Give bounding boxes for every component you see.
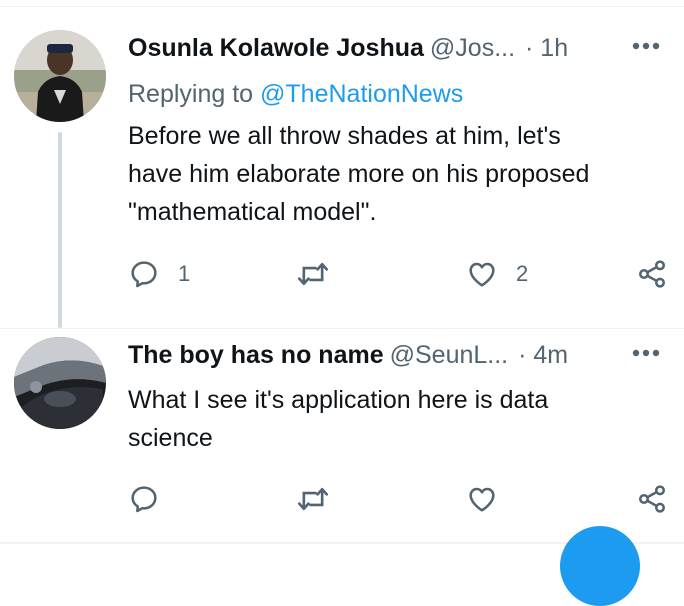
avatar[interactable]	[14, 30, 106, 122]
author-name[interactable]: Osunla Kolawole Joshua	[128, 32, 424, 64]
reply-count: 1	[178, 261, 191, 286]
more-dots-icon	[632, 42, 660, 50]
person-photo-avatar-icon	[14, 30, 106, 122]
share-icon	[639, 485, 665, 513]
retweet-button[interactable]	[296, 481, 348, 517]
share-button[interactable]	[636, 481, 668, 517]
retweet-button[interactable]	[296, 256, 348, 292]
replying-to: Replying to @TheNationNews	[128, 78, 463, 110]
avatar[interactable]	[14, 337, 106, 429]
mention-link[interactable]: @TheNationNews	[260, 80, 463, 108]
replying-prefix: Replying to	[128, 80, 261, 108]
more-dots-icon	[632, 349, 660, 357]
more-options-button[interactable]	[628, 30, 664, 62]
more-options-button[interactable]	[628, 337, 664, 369]
reply-button[interactable]: 1	[128, 256, 190, 292]
share-icon	[639, 260, 665, 288]
compose-tweet-button[interactable]	[560, 526, 640, 606]
car-interior-avatar-icon	[14, 337, 106, 429]
tweet-seun[interactable]: The boy has no name @SeunL... · 4m What …	[0, 329, 684, 542]
timestamp[interactable]: · 1h	[525, 32, 568, 64]
tweet-header: Osunla Kolawole Joshua @Jos... · 1h	[128, 32, 664, 64]
heart-icon	[469, 262, 495, 287]
share-button[interactable]	[636, 256, 668, 292]
reply-button[interactable]	[128, 481, 178, 517]
retweet-arrows-icon	[297, 487, 329, 511]
retweet-arrows-icon	[297, 262, 329, 286]
timestamp[interactable]: · 4m	[518, 339, 568, 371]
author-handle[interactable]: @SeunL...	[390, 339, 509, 371]
like-count: 2	[516, 261, 529, 286]
author-name[interactable]: The boy has no name	[128, 339, 384, 371]
like-button[interactable]: 2	[466, 256, 528, 292]
tweet-text: Before we all throw shades at him, let's…	[128, 122, 590, 226]
heart-icon	[469, 487, 495, 512]
reply-bubble-icon	[131, 261, 157, 288]
tweet-actions	[128, 481, 674, 517]
author-handle[interactable]: @Jos...	[430, 32, 515, 64]
reply-bubble-icon	[131, 486, 157, 513]
like-button[interactable]	[466, 481, 516, 517]
tweet-actions: 1 2	[128, 256, 674, 292]
tweet-header: The boy has no name @SeunL... · 4m	[128, 339, 664, 371]
tweet-text: What I see it's application here is data…	[128, 386, 549, 452]
tweet-osunla[interactable]: Osunla Kolawole Joshua @Jos... · 1h Repl…	[0, 0, 684, 328]
